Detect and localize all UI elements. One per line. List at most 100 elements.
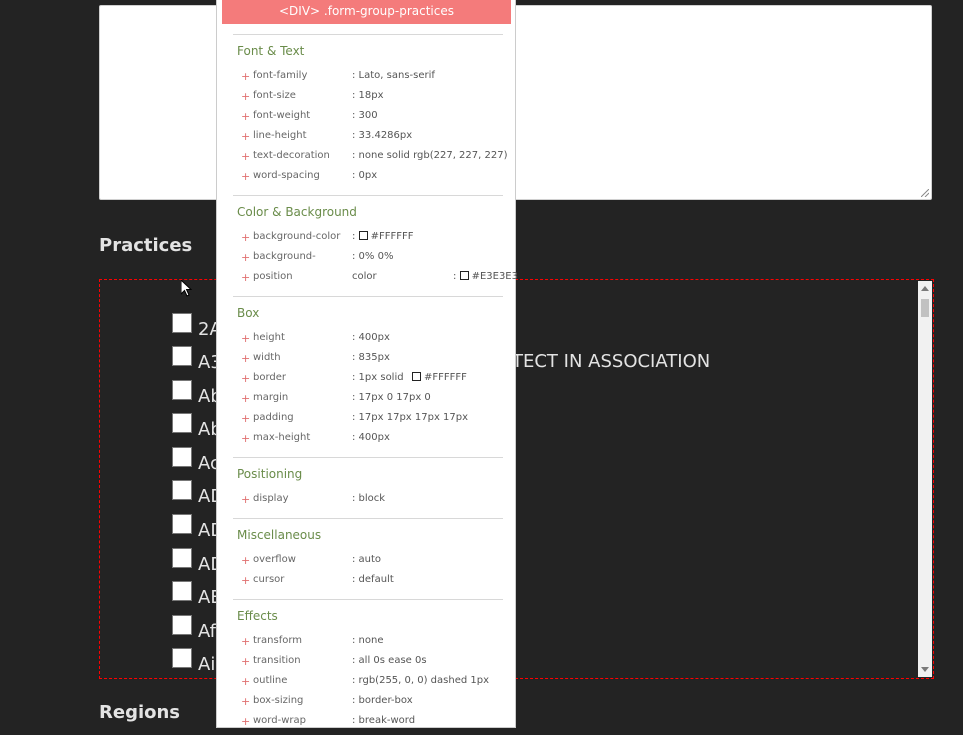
practice-item[interactable]: Ab — [172, 413, 222, 444]
property-name: transition — [253, 655, 301, 666]
inspector-property-row: + line-height: 33.4286px — [241, 130, 412, 150]
plus-icon: + — [241, 695, 251, 708]
inspector-property-row: + padding: 17px 17px 17px 17px — [241, 412, 468, 432]
inspector-divider — [233, 195, 503, 196]
plus-icon: + — [241, 432, 251, 445]
inspector-property-row: + outline : rgb(255, 0, 0) dashed 1px — [241, 675, 489, 695]
property-color-value: : #E3E3E3 — [453, 271, 518, 282]
plus-icon: + — [241, 150, 251, 163]
property-name: box-sizing — [253, 695, 304, 706]
inspector-property-row: + font-family: Lato, sans-serif — [241, 70, 435, 90]
inspector-property-row: + text-decoration : none solid rgb(227, 22… — [241, 150, 508, 170]
practice-checkbox[interactable] — [172, 480, 192, 500]
inspector-property-row: + font-weight: 300 — [241, 110, 378, 130]
practice-checkbox[interactable] — [172, 380, 192, 400]
property-name: transform — [253, 635, 303, 646]
inspector-property-row: + transition: all 0s ease 0s — [241, 655, 427, 675]
plus-icon: + — [241, 110, 251, 123]
property-value: : 0% 0% — [352, 251, 394, 262]
plus-icon: + — [241, 493, 251, 506]
property-value: : 18px — [352, 90, 384, 101]
property-value: : break-word — [352, 715, 416, 726]
plus-icon: + — [241, 675, 251, 688]
color-swatch — [358, 231, 368, 240]
property-value: : 33.4286px — [352, 130, 413, 141]
color-swatch — [459, 271, 469, 280]
property-value: : none solid rgb(227, 227, 227) — [352, 150, 508, 161]
practice-item[interactable]: Ac — [172, 447, 220, 478]
property-value: : #FFFFFF — [352, 231, 414, 242]
property-name: word-spacing — [253, 170, 320, 181]
property-name: cursor — [253, 574, 285, 585]
property-value: color — [352, 271, 377, 282]
property-value: : 17px 0 17px 0 — [352, 392, 431, 403]
inspector-group-title: Effects — [237, 609, 278, 623]
property-value: : none — [352, 635, 384, 646]
property-name: overflow — [253, 554, 296, 565]
inspector-property-row: + cursor: default — [241, 574, 394, 594]
scroll-up-icon[interactable] — [921, 286, 929, 291]
inspector-property-row: + width: 835px — [241, 352, 390, 372]
inspector-property-row: + background-color: #FFFFFF — [241, 231, 413, 251]
plus-icon: + — [241, 90, 251, 103]
practice-checkbox[interactable] — [172, 548, 192, 568]
inspector-group-title: Positioning — [237, 467, 303, 481]
scrollbar[interactable] — [918, 281, 932, 677]
property-name: line-height — [253, 130, 307, 141]
practice-item-partial-text: TECT IN ASSOCIATION — [512, 351, 711, 372]
inspector-divider — [233, 296, 503, 297]
inspector-property-row: + word-wrap : break-word — [241, 715, 415, 735]
inspector-property-row: + transform: none — [241, 635, 384, 655]
inspector-group-title: Miscellaneous — [237, 528, 322, 542]
property-value: : block — [352, 493, 386, 504]
practice-item[interactable]: A3 — [172, 346, 222, 377]
inspector-property-row: + font-size: 18px — [241, 90, 384, 110]
property-name: word-wrap — [253, 715, 306, 726]
plus-icon: + — [241, 352, 251, 365]
inspector-title: <DIV> .form-group-practices — [222, 0, 511, 24]
practice-checkbox[interactable] — [172, 581, 192, 601]
property-name: border — [253, 372, 287, 383]
property-name: background-color — [253, 231, 341, 242]
inspector-divider — [233, 599, 503, 600]
practice-checkbox[interactable] — [172, 447, 192, 467]
practice-checkbox[interactable] — [172, 514, 192, 534]
plus-icon: + — [241, 372, 251, 385]
regions-heading: Regions — [99, 702, 181, 723]
scroll-down-icon[interactable] — [921, 667, 929, 672]
practice-checkbox[interactable] — [172, 648, 192, 668]
practice-checkbox[interactable] — [172, 346, 192, 366]
property-value: : 400px — [352, 332, 390, 343]
inspector-property-row: + overflow: auto — [241, 554, 381, 574]
property-value: : 835px — [352, 352, 390, 363]
property-name: margin — [253, 392, 289, 403]
practice-checkbox[interactable] — [172, 313, 192, 333]
plus-icon: + — [241, 574, 251, 587]
property-name: background- — [253, 251, 316, 262]
property-name: text-decoration — [253, 150, 330, 161]
inspector-property-row: + margin: 17px 0 17px 0 — [241, 392, 431, 412]
inspector-property-row: + max-height: 400px — [241, 432, 390, 452]
inspector-divider — [233, 457, 503, 458]
practice-item[interactable]: Ab — [172, 380, 222, 411]
property-value: : 0px — [352, 170, 378, 181]
practice-checkbox[interactable] — [172, 615, 192, 635]
practice-item[interactable]: AE — [172, 581, 222, 612]
inspector-group-title: Color & Background — [237, 205, 357, 219]
scroll-thumb[interactable] — [921, 299, 929, 317]
property-value: : rgb(255, 0, 0) dashed 1px — [352, 675, 490, 686]
practice-item[interactable]: 2A — [172, 313, 222, 344]
plus-icon: + — [241, 554, 251, 567]
property-value: : border-box — [352, 695, 413, 706]
property-name: height — [253, 332, 285, 343]
property-value: : Lato, sans-serif — [352, 70, 435, 81]
plus-icon: + — [241, 655, 251, 668]
property-name: outline — [253, 675, 288, 686]
resize-grip-icon[interactable] — [921, 189, 929, 197]
practice-checkbox[interactable] — [172, 413, 192, 433]
property-value: : 17px 17px 17px 17px — [352, 412, 469, 423]
property-name: font-family — [253, 70, 308, 81]
inspector-divider — [233, 518, 503, 519]
property-value: : 1px solid — [352, 372, 404, 383]
plus-icon: + — [241, 715, 251, 728]
